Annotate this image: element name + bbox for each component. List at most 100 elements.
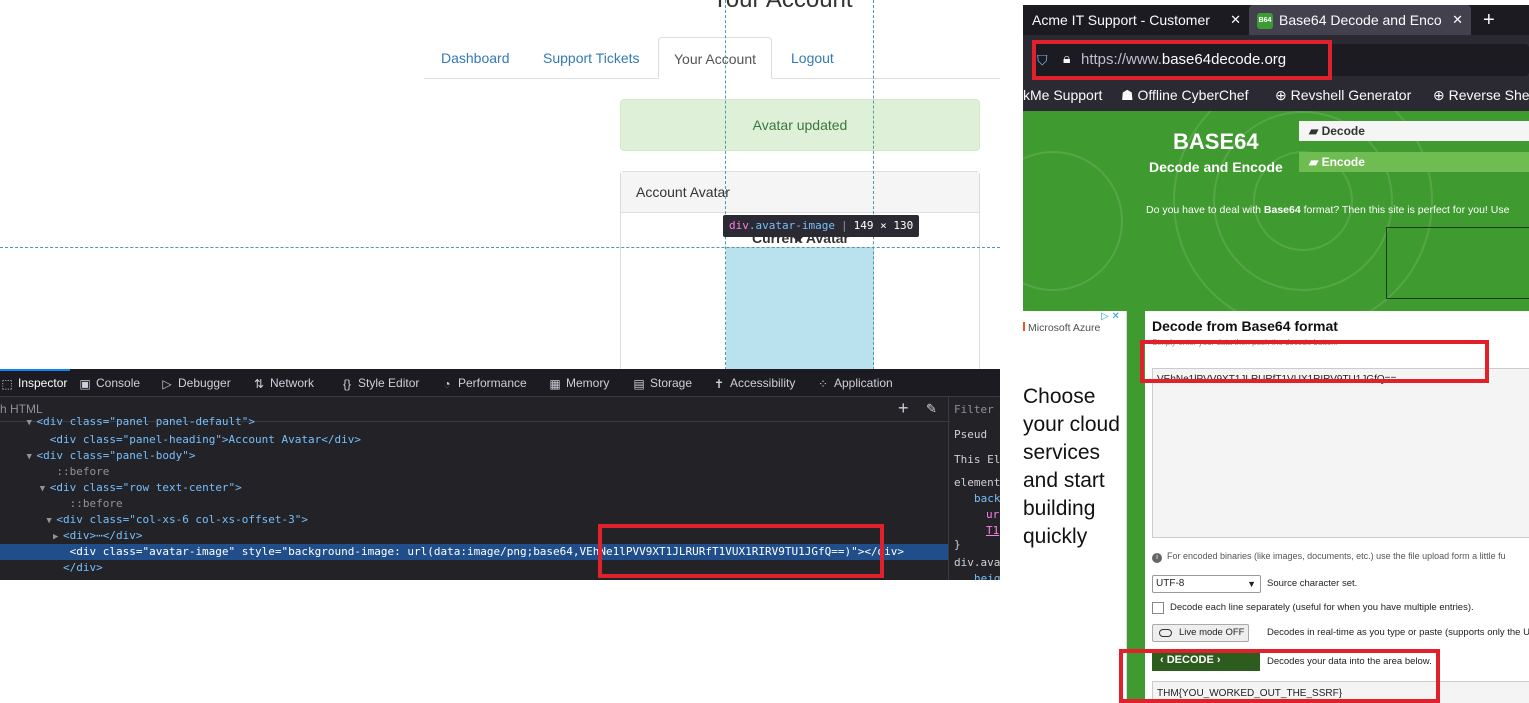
devtools-tab-style-editor[interactable]: {} Style Editor xyxy=(340,369,419,397)
browser-tab-base64[interactable]: B64 Base64 Decode and Enco ✕ xyxy=(1249,5,1471,35)
bookmark-item[interactable]: ⊕ Reverse She xyxy=(1433,87,1529,104)
rule-value-link[interactable]: T1 xyxy=(986,524,999,537)
rule-value[interactable]: ur xyxy=(986,508,999,521)
close-tab-icon[interactable]: ✕ xyxy=(1452,5,1463,35)
browser-navbar: ⛉ 🔒︎ https://www.base64decode.org xyxy=(1023,35,1529,83)
devtools-tab-inspector[interactable]: ⬚ Inspector xyxy=(0,369,71,397)
markup-line[interactable]: ::before xyxy=(0,464,948,480)
file-upload-hint: i For encoded binaries (like images, docu… xyxy=(1152,551,1506,563)
rule-property: heig xyxy=(974,572,1000,580)
nav-decode-button[interactable]: ▰ Decode xyxy=(1299,121,1529,141)
panel-heading: Account Avatar xyxy=(621,172,979,213)
console-icon: ▣ xyxy=(79,376,91,391)
devtools-tab-storage[interactable]: ▤ Storage xyxy=(632,369,692,397)
devtools-splitter[interactable] xyxy=(948,397,949,580)
browser-tabstrip: Acme IT Support - Customer ✕ B64 Base64 D… xyxy=(1023,5,1529,35)
rules-pane: Filter Pseud This Elem element back ur T… xyxy=(950,397,1000,580)
decoded-output-textarea[interactable]: THM{YOU_WORKED_OUT_THE_SSRF} xyxy=(1152,681,1529,703)
highlight-guide-top xyxy=(0,247,1000,248)
ad-brand: Microsoft Azure xyxy=(1023,322,1100,334)
tracking-shield-icon[interactable]: ⛉ xyxy=(1037,52,1048,69)
bookmark-item[interactable]: kMe Support xyxy=(1023,87,1102,103)
highlight-guide-right xyxy=(873,0,874,370)
markup-line[interactable]: ::before xyxy=(0,496,948,512)
markup-line[interactable]: ▼ <div class="panel-body"> xyxy=(0,448,948,464)
browser-tab-acme[interactable]: Acme IT Support - Customer ✕ xyxy=(1023,5,1249,35)
markup-line[interactable]: ▶ <div>⋯</div> xyxy=(0,528,948,544)
devtools-tab-console[interactable]: ▣ Console xyxy=(78,369,140,397)
network-icon: ⇅ xyxy=(253,376,265,391)
markup-line[interactable]: ▼ <div class="col-xs-6 col-xs-offset-3"> xyxy=(0,512,948,528)
nav-encode-button[interactable]: ▰ Encode xyxy=(1299,152,1529,172)
infobar-class: .avatar-image xyxy=(748,219,835,232)
memory-icon: ▦ xyxy=(549,376,561,391)
pseudo-toggle[interactable]: Pseud xyxy=(954,428,987,441)
site-banner: BASE64 Decode and Encode ▰ Decode ▰ Enco… xyxy=(1023,111,1529,311)
form-subtitle: Simply enter your data then push the dec… xyxy=(1152,338,1338,347)
storage-icon: ▤ xyxy=(633,376,645,391)
charset-label: Source character set. xyxy=(1267,578,1358,589)
rule-selector: div.avat xyxy=(954,556,1000,569)
decode-button[interactable]: ‹ DECODE › xyxy=(1152,649,1260,671)
markup-line[interactable]: ▼ <div class="panel panel-default"> xyxy=(0,414,948,430)
this-element-heading: This Elem xyxy=(954,453,1000,466)
rules-filter-input[interactable]: Filter xyxy=(954,403,994,416)
side-ad[interactable]: ▷ ✕ Microsoft Azure Choose your cloud se… xyxy=(1023,311,1127,703)
info-icon: i xyxy=(1152,553,1162,563)
encoded-input-value: VEhNe1lPVV9XT1JLRURfT1VUX1RIRV9TU1JGfQ== xyxy=(1157,374,1397,385)
address-bar[interactable]: ⛉ 🔒︎ https://www.base64decode.org xyxy=(1033,44,1529,76)
markup-line-selected[interactable]: <div class="avatar-image" style="backgro… xyxy=(0,544,948,560)
decode-lines-checkbox[interactable] xyxy=(1152,602,1164,614)
devtools-tab-memory[interactable]: ▦ Memory xyxy=(548,369,609,397)
tab-dashboard[interactable]: Dashboard xyxy=(426,37,525,79)
devtools-tab-network[interactable]: ⇅ Network xyxy=(252,369,314,397)
markup-line[interactable]: <div class="panel-heading">Account Avata… xyxy=(0,432,948,448)
toggle-icon xyxy=(1159,629,1172,637)
markup-view: ▼ <div class="panel panel-default"> <div … xyxy=(0,415,948,580)
success-alert: Avatar updated xyxy=(620,99,980,151)
site-logo-title[interactable]: BASE64 xyxy=(1173,129,1259,155)
lock-icon[interactable]: 🔒︎ xyxy=(1063,50,1070,67)
decode-lines-label: Decode each line separately (useful for … xyxy=(1170,602,1474,613)
adchoices-icon[interactable]: ▷ ✕ xyxy=(1101,311,1120,322)
green-rail xyxy=(1127,311,1145,703)
tab-logout[interactable]: Logout xyxy=(776,37,849,79)
bookmark-item[interactable]: ☗ Offline CyberChef xyxy=(1121,87,1248,104)
debugger-icon: ▷ xyxy=(162,376,172,391)
devtools-toolbar: ⬚ Inspector ▣ Console ▷ Debugger ⇅ Network {… xyxy=(0,369,1000,397)
tab-your-account[interactable]: Your Account xyxy=(658,37,772,79)
cyberchef-icon: ☗ xyxy=(1121,87,1138,103)
tab-support-tickets[interactable]: Support Tickets xyxy=(528,37,655,79)
devtools-tab-application[interactable]: ⁘ Application xyxy=(816,369,893,397)
devtools-panel: ⬚ Inspector ▣ Console ▷ Debugger ⇅ Network {… xyxy=(0,369,1000,580)
rule-selector: element xyxy=(954,476,1000,489)
style-editor-icon: {} xyxy=(342,376,351,391)
devtools-tab-debugger[interactable]: ▷ Debugger xyxy=(160,369,230,397)
banner-ad-slot[interactable] xyxy=(1386,227,1529,299)
bookmarks-toolbar: kMe Support ☗ Offline CyberChef ⊕ Revshe… xyxy=(1023,83,1529,111)
base64-site: BASE64 Decode and Encode ▰ Decode ▰ Enco… xyxy=(1023,111,1529,703)
encoded-input-textarea[interactable]: VEhNe1lPVV9XT1JLRURfT1VUX1RIRV9TU1JGfQ== xyxy=(1152,368,1529,538)
live-mode-label: Decodes in real-time as you type or past… xyxy=(1267,627,1529,638)
markup-line[interactable]: ▼ <div class="row text-center"> xyxy=(0,480,948,496)
application-icon: ⁘ xyxy=(817,376,829,391)
site-logo-subtitle[interactable]: Decode and Encode xyxy=(1149,159,1283,175)
devtools-tab-accessibility[interactable]: ✝ Accessibility xyxy=(712,369,795,397)
charset-select[interactable]: UTF-8 ▼ xyxy=(1152,575,1261,593)
decode-form: Decode from Base64 format Simply enter y… xyxy=(1145,311,1529,703)
performance-icon: ◔ xyxy=(443,376,451,391)
decoded-output-value: THM{YOU_WORKED_OUT_THE_SSRF} xyxy=(1157,688,1343,699)
markup-line[interactable]: </div> xyxy=(0,560,948,576)
highlight-guide-left xyxy=(725,0,726,370)
bookmark-item[interactable]: ⊕ Revshell Generator xyxy=(1275,87,1411,104)
devtools-tab-performance[interactable]: ◔ Performance xyxy=(440,369,526,397)
new-tab-icon[interactable]: + xyxy=(1483,5,1495,35)
chevron-down-icon: ▼ xyxy=(1247,579,1256,589)
globe-icon: ⊕ xyxy=(1433,87,1449,103)
rule-property[interactable]: back xyxy=(974,492,1000,505)
live-mode-toggle[interactable]: Live mode OFF xyxy=(1152,624,1249,642)
close-tab-icon[interactable]: ✕ xyxy=(1230,5,1241,35)
globe-icon: ⊕ xyxy=(1275,87,1291,103)
site-tagline: Do you have to deal with Base64 format? … xyxy=(1146,204,1510,216)
form-title: Decode from Base64 format xyxy=(1152,318,1338,334)
